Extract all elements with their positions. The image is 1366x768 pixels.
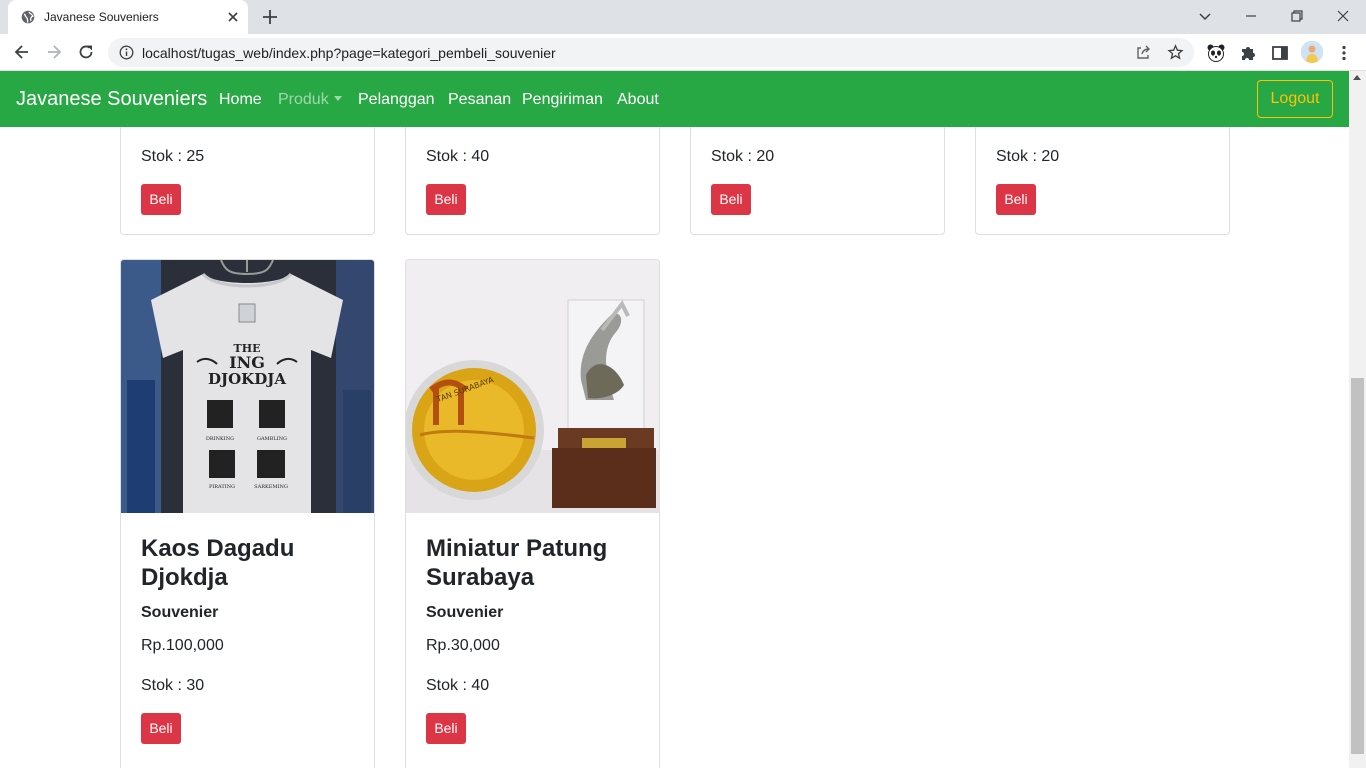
product-card: TAN SURABAYA Miniatur Patung Surabaya So…: [405, 259, 660, 768]
product-card: THE ING DJOKDJA DRINKING GAMBLING PIRATI…: [120, 259, 375, 768]
product-stock: Stok : 25: [141, 148, 205, 165]
svg-text:DRINKING: DRINKING: [206, 436, 234, 442]
browser-toolbar: localhost/tugas_web/index.php?page=kateg…: [0, 34, 1366, 71]
bookmark-star-icon[interactable]: [1167, 44, 1184, 61]
info-icon[interactable]: [119, 45, 134, 60]
buy-button[interactable]: Beli: [426, 184, 466, 215]
forward-arrow-icon[interactable]: [44, 42, 64, 62]
dropdown-caret-icon: [333, 96, 342, 101]
site-navbar: Javanese Souveniers Home Produk Pelangga…: [0, 71, 1349, 127]
restore-icon[interactable]: [1287, 6, 1307, 26]
buy-button[interactable]: Beli: [996, 184, 1036, 215]
reload-icon[interactable]: [76, 42, 96, 62]
product-price: Rp.30,000: [426, 637, 500, 654]
page-viewport: Stok : 25 Beli Stok : 40 Beli Stok : 20 …: [0, 71, 1349, 768]
buy-button[interactable]: Beli: [711, 184, 751, 215]
product-stock: Stok : 20: [711, 148, 775, 165]
tab-search-chevron-icon[interactable]: [1195, 6, 1215, 26]
svg-text:GAMBLING: GAMBLING: [257, 436, 287, 442]
page-scrollbar[interactable]: [1349, 71, 1366, 768]
statue-product-image[interactable]: TAN SURABAYA: [406, 260, 659, 513]
nav-pengiriman[interactable]: Pengiriman: [522, 91, 603, 109]
profile-avatar[interactable]: [1301, 41, 1323, 63]
address-bar[interactable]: localhost/tugas_web/index.php?page=kateg…: [108, 38, 1194, 67]
browser-tab[interactable]: Javanese Souveniers: [8, 0, 248, 34]
url-text[interactable]: localhost/tugas_web/index.php?page=kateg…: [142, 45, 556, 61]
product-stock: Stok : 40: [426, 148, 490, 165]
product-title: Kaos Dagadu Djokdja: [141, 535, 295, 591]
product-price: Rp.100,000: [141, 637, 224, 654]
product-title: Miniatur Patung Surabaya: [426, 535, 608, 591]
product-stock: Stok : 20: [996, 148, 1060, 165]
svg-text:DJOKDJA: DJOKDJA: [208, 370, 286, 388]
menu-kebab-icon[interactable]: [1334, 43, 1354, 63]
svg-text:SARKEMING: SARKEMING: [254, 484, 288, 490]
share-icon[interactable]: [1135, 44, 1152, 61]
nav-about[interactable]: About: [617, 91, 659, 109]
close-tab-icon[interactable]: [224, 8, 242, 26]
buy-button[interactable]: Beli: [141, 184, 181, 215]
nav-home[interactable]: Home: [219, 91, 262, 109]
logout-button[interactable]: Logout: [1257, 80, 1333, 118]
product-category: Souvenier: [141, 604, 219, 621]
browser-tab-strip: Javanese Souveniers: [0, 0, 1366, 34]
product-stock: Stok : 30: [141, 677, 205, 694]
buy-button[interactable]: Beli: [141, 713, 181, 744]
nav-pesanan[interactable]: Pesanan: [448, 91, 511, 109]
panda-extension-icon[interactable]: [1206, 43, 1226, 63]
back-arrow-icon[interactable]: [12, 42, 32, 62]
new-tab-icon[interactable]: [260, 7, 280, 27]
avatar-image-icon: [1301, 41, 1323, 63]
nav-produk-dropdown[interactable]: Produk: [278, 91, 342, 109]
close-window-icon[interactable]: [1333, 6, 1353, 26]
product-stock: Stok : 40: [426, 677, 490, 694]
nav-produk-label: Produk: [278, 91, 329, 108]
scrollbar-thumb[interactable]: [1351, 378, 1364, 754]
scroll-up-arrow-icon[interactable]: [1353, 75, 1361, 80]
product-category: Souvenier: [426, 604, 504, 621]
tab-title: Javanese Souveniers: [44, 10, 159, 24]
svg-text:PIRATING: PIRATING: [209, 484, 235, 490]
buy-button[interactable]: Beli: [426, 713, 466, 744]
tshirt-product-image[interactable]: THE ING DJOKDJA DRINKING GAMBLING PIRATI…: [121, 260, 374, 513]
globe-icon: [21, 10, 35, 24]
side-panel-icon[interactable]: [1270, 43, 1290, 63]
site-brand[interactable]: Javanese Souveniers: [16, 88, 207, 111]
nav-pelanggan[interactable]: Pelanggan: [358, 91, 435, 109]
extensions-puzzle-icon[interactable]: [1238, 43, 1258, 63]
minimize-icon[interactable]: [1241, 6, 1261, 26]
